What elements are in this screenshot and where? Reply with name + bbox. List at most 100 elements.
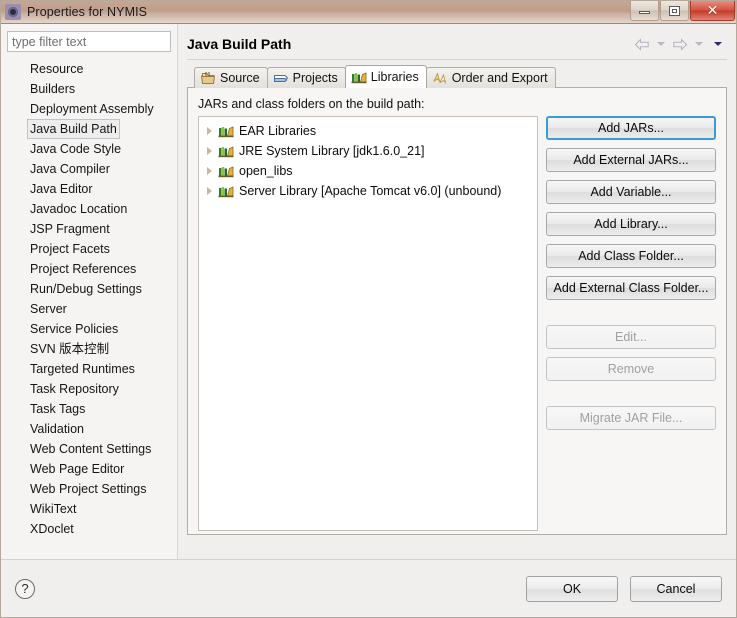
sidebar-item-server[interactable]: Server xyxy=(27,299,70,319)
sidebar-item-project-facets[interactable]: Project Facets xyxy=(27,239,113,259)
back-arrow-icon xyxy=(634,37,649,51)
expand-arrow-icon[interactable] xyxy=(207,167,212,175)
library-icon xyxy=(218,146,234,158)
properties-dialog: Properties for NYMIS ✕ Resource Builders… xyxy=(0,0,737,618)
tree-row: Resource xyxy=(27,59,171,79)
chevron-down-icon xyxy=(695,42,703,46)
sidebar-item-wikitext[interactable]: WikiText xyxy=(27,499,80,519)
list-item[interactable]: JRE System Library [jdk1.6.0_21] xyxy=(199,141,537,161)
source-folder-icon xyxy=(200,72,216,84)
expand-arrow-icon[interactable] xyxy=(207,127,212,135)
dialog-footer: ? OK Cancel xyxy=(1,559,736,617)
sidebar-item-java-compiler[interactable]: Java Compiler xyxy=(27,159,113,179)
page-nav-buttons xyxy=(633,35,727,53)
sidebar-item-jsp-fragment[interactable]: JSP Fragment xyxy=(27,219,113,239)
tab-order-and-export[interactable]: Order and Export xyxy=(425,67,556,88)
tree-row: XDoclet xyxy=(27,519,171,539)
sidebar-item-javadoc-location[interactable]: Javadoc Location xyxy=(27,199,130,219)
expand-arrow-icon[interactable] xyxy=(207,187,212,195)
tree-row: Java Compiler xyxy=(27,159,171,179)
libraries-content: EAR Libraries JRE System Library [jdk1.6… xyxy=(198,116,716,531)
window-title: Properties for NYMIS xyxy=(27,5,148,19)
tree-row: Targeted Runtimes xyxy=(27,359,171,379)
edit-button: Edit... xyxy=(546,325,716,349)
tree-row: SVN 版本控制 xyxy=(27,339,171,359)
forward-arrow-icon xyxy=(673,37,688,51)
page-title: Java Build Path xyxy=(187,36,292,52)
sidebar-item-task-repository[interactable]: Task Repository xyxy=(27,379,122,399)
tree-row: Project References xyxy=(27,259,171,279)
sidebar-item-web-content-settings[interactable]: Web Content Settings xyxy=(27,439,154,459)
page-header: Java Build Path xyxy=(187,32,727,56)
settings-page: Java Build Path Source Projects Librarie… xyxy=(178,24,736,559)
tree-row: Builders xyxy=(27,79,171,99)
sidebar-item-web-project-settings[interactable]: Web Project Settings xyxy=(27,479,150,499)
libraries-tab-panel: JARs and class folders on the build path… xyxy=(187,87,727,535)
close-button[interactable]: ✕ xyxy=(690,1,735,21)
add-class-folder-button[interactable]: Add Class Folder... xyxy=(546,244,716,268)
add-external-class-folder-button[interactable]: Add External Class Folder... xyxy=(546,276,716,300)
ok-button[interactable]: OK xyxy=(526,575,618,602)
add-external-jars-button[interactable]: Add External JARs... xyxy=(546,148,716,172)
add-library-button[interactable]: Add Library... xyxy=(546,212,716,236)
tab-label: Libraries xyxy=(370,70,419,84)
properties-icon xyxy=(5,4,21,20)
tree-row: Run/Debug Settings xyxy=(27,279,171,299)
back-history-button[interactable] xyxy=(652,35,670,53)
back-button[interactable] xyxy=(633,35,651,53)
sidebar-item-service-policies[interactable]: Service Policies xyxy=(27,319,121,339)
sidebar-item-resource[interactable]: Resource xyxy=(27,59,87,79)
tab-bar: Source Projects Libraries Order and Expo… xyxy=(194,65,727,88)
forward-button[interactable] xyxy=(671,35,689,53)
list-item[interactable]: Server Library [Apache Tomcat v6.0] (unb… xyxy=(199,181,537,201)
sidebar-item-task-tags[interactable]: Task Tags xyxy=(27,399,88,419)
libraries-icon xyxy=(351,72,367,84)
cancel-button[interactable]: Cancel xyxy=(630,575,722,602)
sidebar-item-targeted-runtimes[interactable]: Targeted Runtimes xyxy=(27,359,138,379)
jar-list[interactable]: EAR Libraries JRE System Library [jdk1.6… xyxy=(198,116,538,531)
sidebar-item-project-references[interactable]: Project References xyxy=(27,259,139,279)
tab-source[interactable]: Source xyxy=(194,67,268,88)
sidebar-item-svn[interactable]: SVN 版本控制 xyxy=(27,339,112,359)
expand-arrow-icon[interactable] xyxy=(207,147,212,155)
list-item[interactable]: EAR Libraries xyxy=(199,121,537,141)
sidebar-item-web-page-editor[interactable]: Web Page Editor xyxy=(27,459,127,479)
sidebar-item-deployment-assembly[interactable]: Deployment Assembly xyxy=(27,99,157,119)
chevron-down-icon xyxy=(657,42,665,46)
tree-row: Web Content Settings xyxy=(27,439,171,459)
settings-sidebar: Resource Builders Deployment Assembly Ja… xyxy=(1,24,178,559)
view-menu-button[interactable] xyxy=(709,35,727,53)
tree-row: Service Policies xyxy=(27,319,171,339)
sidebar-item-xdoclet[interactable]: XDoclet xyxy=(27,519,77,539)
tab-projects[interactable]: Projects xyxy=(266,67,346,88)
order-export-icon xyxy=(432,72,446,84)
add-jars-button[interactable]: Add JARs... xyxy=(546,116,716,140)
sidebar-item-java-code-style[interactable]: Java Code Style xyxy=(27,139,124,159)
maximize-button[interactable] xyxy=(660,1,689,21)
sidebar-item-validation[interactable]: Validation xyxy=(27,419,87,439)
close-icon: ✕ xyxy=(706,2,719,19)
minimize-button[interactable] xyxy=(630,1,659,21)
header-divider xyxy=(187,59,727,60)
help-icon[interactable]: ? xyxy=(15,578,35,599)
list-item-label: EAR Libraries xyxy=(239,124,317,138)
tab-libraries[interactable]: Libraries xyxy=(344,65,427,88)
list-item[interactable]: open_libs xyxy=(199,161,537,181)
tree-row: Deployment Assembly xyxy=(27,99,171,119)
sidebar-item-java-build-path[interactable]: Java Build Path xyxy=(27,119,120,139)
tree-row: Web Page Editor xyxy=(27,459,171,479)
filter-input[interactable] xyxy=(7,31,171,52)
list-item-label: open_libs xyxy=(239,164,293,178)
add-variable-button[interactable]: Add Variable... xyxy=(546,180,716,204)
settings-tree: Resource Builders Deployment Assembly Ja… xyxy=(7,59,171,539)
title-bar: Properties for NYMIS ✕ xyxy=(1,1,736,24)
forward-history-button[interactable] xyxy=(690,35,708,53)
tree-row: Javadoc Location xyxy=(27,199,171,219)
chevron-down-icon xyxy=(714,42,722,46)
sidebar-item-java-editor[interactable]: Java Editor xyxy=(27,179,96,199)
sidebar-item-run-debug-settings[interactable]: Run/Debug Settings xyxy=(27,279,145,299)
sidebar-item-builders[interactable]: Builders xyxy=(27,79,78,99)
library-action-buttons: Add JARs... Add External JARs... Add Var… xyxy=(546,116,716,531)
tree-row: Server xyxy=(27,299,171,319)
library-icon xyxy=(218,186,234,198)
